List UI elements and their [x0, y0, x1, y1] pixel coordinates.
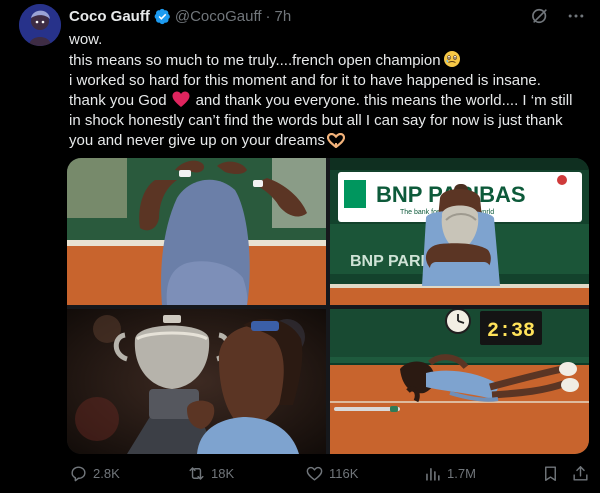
post-line-text: thank you God: [69, 92, 167, 109]
heart-hands-icon: [327, 133, 345, 148]
header-actions: [530, 6, 586, 26]
post-line: you and never give up on your dreams: [69, 131, 589, 151]
post-line: wow.: [69, 31, 103, 48]
bookmark-icon: [545, 465, 556, 481]
media-grid[interactable]: BNP PARIBAS The bank for a changing worl…: [67, 158, 589, 454]
share-icon: [573, 465, 588, 481]
photo-trophy-hug-image: BNP PARIBAS The bank for a changing worl…: [330, 158, 589, 305]
photo-lying-on-clay[interactable]: 2:38: [330, 309, 589, 454]
photo-trophy-hug[interactable]: BNP PARIBAS The bank for a changing worl…: [330, 158, 589, 305]
share-button[interactable]: [571, 464, 595, 483]
heart-icon: [306, 466, 323, 481]
avatar-image: [19, 4, 61, 46]
post-time[interactable]: 7h: [275, 8, 292, 25]
post: Coco Gauff @CocoGauff · 7h wow. this mea…: [0, 0, 600, 493]
photo-trophy-kiss-image: [67, 309, 326, 454]
post-line-text: this means so much to me truly....french…: [69, 52, 441, 69]
views-count: 1.7M: [447, 465, 476, 481]
grok-icon[interactable]: [530, 6, 550, 26]
verified-badge-icon: [154, 8, 170, 24]
like-button[interactable]: 116K: [305, 464, 358, 483]
post-line-text: and thank you everyone. this means the w…: [195, 92, 573, 109]
bookmark-button[interactable]: [541, 464, 565, 483]
post-line: thank you God and thank you everyone. thi…: [69, 91, 589, 111]
avatar[interactable]: [19, 4, 61, 46]
post-line-text: you and never give up on your dreams: [69, 132, 325, 149]
separator-dot: ·: [265, 7, 271, 25]
photo-heart-hands-image: [67, 158, 326, 305]
red-heart-icon: [172, 91, 190, 107]
post-line: this means so much to me truly....french…: [69, 50, 589, 71]
photo-trophy-kiss[interactable]: [67, 309, 326, 454]
more-options-icon[interactable]: [566, 6, 586, 26]
views-button[interactable]: 1.7M: [423, 464, 476, 483]
reply-count: 2.8K: [93, 465, 120, 481]
reply-icon: [71, 465, 86, 481]
post-header: Coco Gauff @CocoGauff · 7h: [69, 6, 291, 26]
like-count: 116K: [329, 465, 359, 481]
analytics-icon: [426, 467, 440, 481]
face-holding-back-tears-icon: [443, 51, 460, 67]
post-text: wow. this means so much to me truly....f…: [69, 30, 589, 151]
clock-text: 2:38: [487, 320, 535, 343]
post-line: i worked so hard for this moment and for…: [69, 72, 541, 89]
action-bar: 2.8K 18K 116K 1.7M: [69, 462, 589, 484]
reply-button[interactable]: 2.8K: [69, 464, 120, 483]
post-line: in shock honestly can’t find the words b…: [69, 112, 563, 129]
photo-lying-on-clay-image: 2:38: [330, 309, 589, 454]
author-handle[interactable]: @CocoGauff: [175, 8, 262, 25]
repost-button[interactable]: 18K: [187, 464, 234, 483]
author-name[interactable]: Coco Gauff: [69, 8, 150, 25]
photo-heart-hands[interactable]: [67, 158, 326, 305]
repost-icon: [189, 466, 204, 480]
repost-count: 18K: [211, 465, 235, 481]
